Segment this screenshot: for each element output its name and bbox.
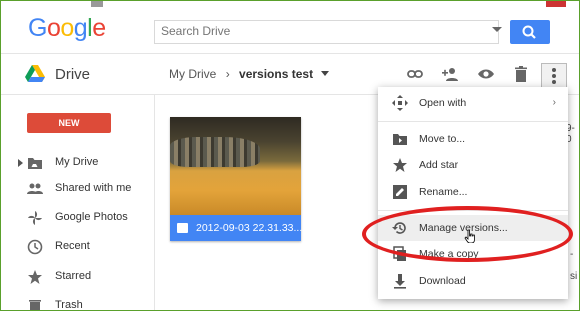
sidebar: NEW My Drive Shared with me Google Photo… [1, 95, 155, 311]
logo-letter: o [60, 14, 74, 42]
file-tile[interactable]: 2012-09-03 22.31.33.... [170, 117, 305, 241]
search-options-chevron-down-icon[interactable] [492, 27, 502, 32]
trash-icon [29, 300, 41, 310]
file-name: 2012-09-03 22.31.33.... [196, 222, 306, 234]
link-icon[interactable] [406, 65, 424, 83]
menu-item-move-to[interactable]: Move to... [378, 126, 568, 152]
trash-icon[interactable] [512, 65, 530, 83]
star-icon [28, 270, 42, 284]
search-input[interactable] [155, 21, 487, 41]
download-icon [394, 274, 406, 289]
google-logo[interactable]: Google [28, 14, 106, 43]
sidebar-item-label: Shared with me [55, 182, 132, 194]
folder-move-icon [393, 134, 407, 145]
breadcrumb-current[interactable]: versions test [239, 67, 313, 81]
tab-strip-fragment-red [546, 1, 566, 7]
menu-item-label: Download [419, 275, 466, 287]
image-file-icon [177, 223, 188, 233]
breadcrumb-dropdown-icon[interactable] [321, 71, 330, 76]
breadcrumb: My Drive › versions test [169, 67, 330, 81]
submenu-arrow-icon: › [552, 97, 556, 108]
add-person-icon[interactable] [441, 65, 459, 83]
context-menu: Open with › Move to... Add star Rename..… [378, 87, 568, 299]
sidebar-item-starred[interactable]: Starred [1, 267, 153, 287]
menu-item-open-with[interactable]: Open with › [378, 90, 568, 116]
more-vert-icon [552, 68, 556, 84]
menu-item-download[interactable]: Download [378, 268, 568, 294]
logo-letter: e [92, 14, 106, 42]
details-fragment-c: si [570, 271, 578, 282]
menu-item-label: Rename... [419, 186, 468, 198]
sidebar-item-my-drive[interactable]: My Drive [1, 153, 153, 173]
file-caption[interactable]: 2012-09-03 22.31.33.... [170, 215, 305, 241]
logo-letter: o [46, 14, 61, 42]
star-icon [393, 158, 407, 172]
thumbnail-rug-shape [170, 137, 260, 167]
menu-item-label: Open with [419, 97, 467, 109]
sidebar-item-google-photos[interactable]: Google Photos [1, 208, 153, 228]
expand-arrow-icon[interactable] [18, 159, 23, 167]
search-box[interactable] [154, 20, 499, 44]
menu-item-add-star[interactable]: Add star [378, 152, 568, 178]
menu-divider [378, 121, 568, 122]
more-actions-button[interactable] [541, 63, 567, 89]
photos-pinwheel-icon [28, 211, 42, 225]
new-button[interactable]: NEW [27, 113, 111, 133]
menu-item-label: Move to... [419, 133, 466, 145]
drive-folder-icon [28, 158, 42, 169]
details-fragment-b: - [570, 249, 574, 260]
logo-letter: g [73, 14, 88, 42]
people-icon [27, 183, 43, 194]
eye-icon[interactable] [477, 65, 495, 83]
app-name[interactable]: Drive [55, 66, 90, 83]
sidebar-item-recent[interactable]: Recent [1, 237, 153, 257]
tab-strip-fragment [91, 1, 103, 7]
sidebar-item-shared-with-me[interactable]: Shared with me [1, 179, 153, 199]
sidebar-item-label: Recent [55, 240, 90, 252]
drive-logo-icon [25, 65, 45, 82]
pencil-icon [393, 185, 407, 199]
app-window: Google Drive My Drive › versions test [0, 0, 580, 311]
search-icon [522, 25, 536, 39]
sidebar-item-trash[interactable]: Trash [1, 296, 153, 311]
sidebar-item-label: Google Photos [55, 211, 128, 223]
clock-icon [27, 239, 43, 255]
menu-item-label: Add star [419, 159, 459, 171]
top-bar: Google [1, 1, 579, 54]
sidebar-item-label: Trash [55, 299, 83, 311]
breadcrumb-separator: › [225, 67, 230, 81]
sidebar-item-label: My Drive [55, 156, 99, 168]
highlight-annotation-oval [362, 206, 573, 262]
logo-letter: G [28, 14, 47, 42]
search-button[interactable] [510, 20, 550, 44]
breadcrumb-root[interactable]: My Drive [169, 67, 216, 81]
move-arrows-icon [392, 95, 408, 111]
file-thumbnail [170, 117, 301, 215]
menu-item-rename[interactable]: Rename... [378, 179, 568, 205]
sidebar-item-label: Starred [55, 270, 92, 282]
